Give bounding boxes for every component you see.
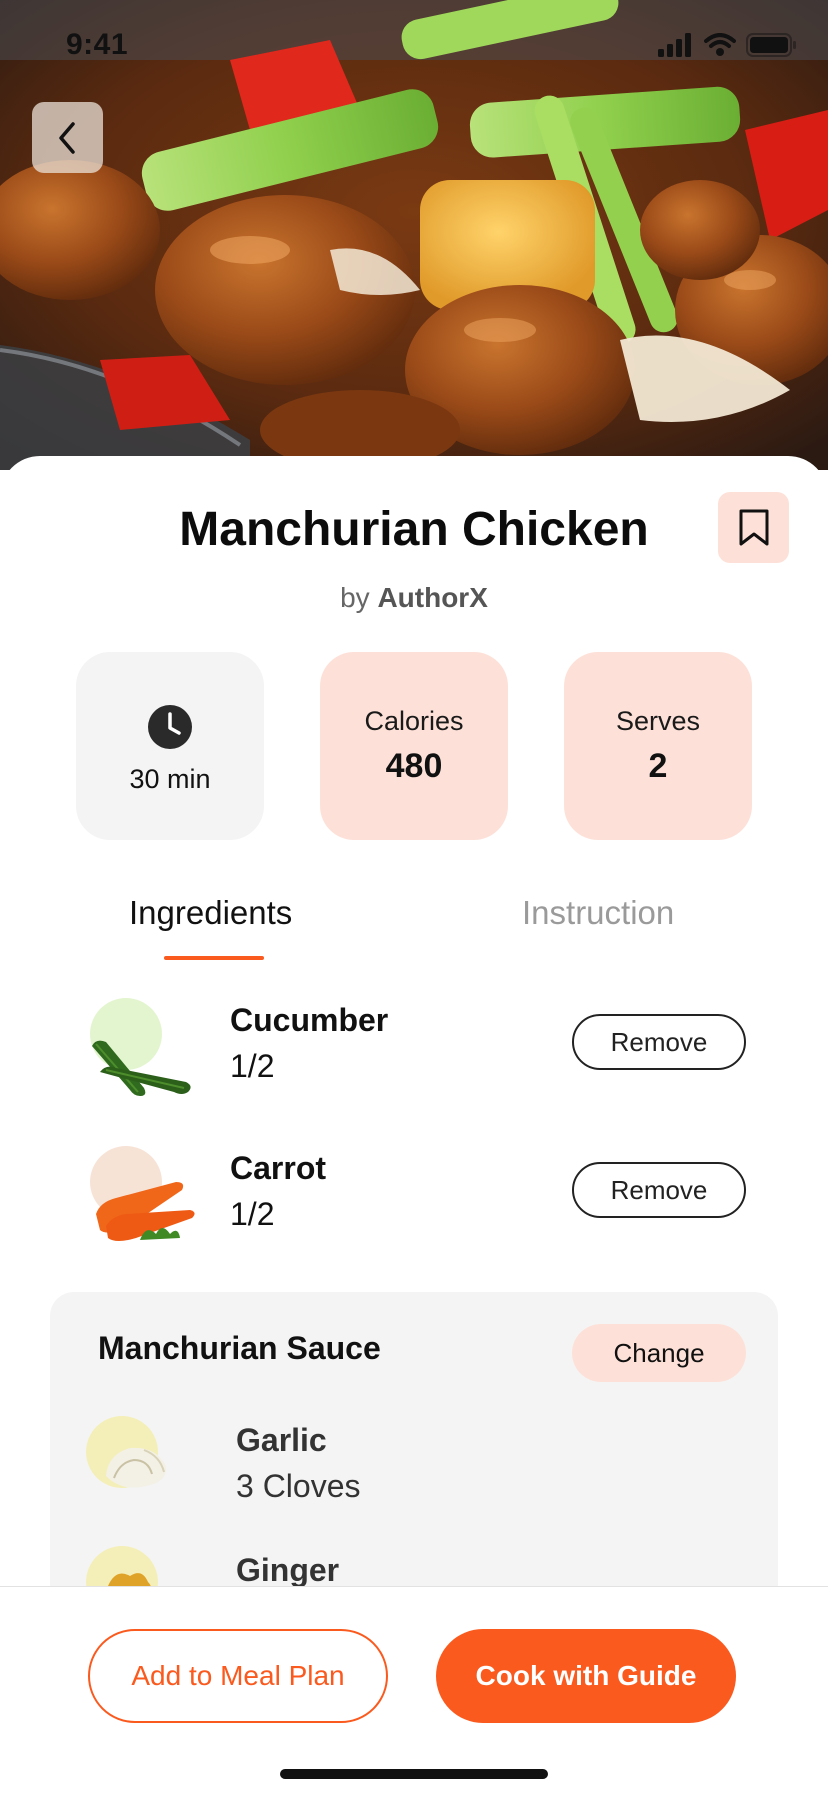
recipe-title: Manchurian Chicken (179, 503, 649, 556)
active-tab-indicator (164, 956, 264, 960)
remove-ingredient-button[interactable]: Remove (572, 1162, 746, 1218)
stat-serves-label: Serves (615, 706, 701, 736)
bottom-action-bar: Add to Meal Plan Cook with Guide (0, 1586, 828, 1793)
recipe-author: by AuthorX (0, 582, 828, 614)
change-sauce-button[interactable]: Change (572, 1324, 746, 1382)
carrot-icon (90, 1146, 195, 1241)
stat-calories-label: Calories (364, 706, 464, 736)
ingredient-quantity: 1/2 (230, 1196, 275, 1232)
bookmark-button[interactable] (718, 492, 789, 563)
ingredient-quantity: 1/2 (230, 1048, 275, 1084)
add-to-meal-plan-button[interactable]: Add to Meal Plan (88, 1629, 388, 1723)
stat-time-value: 30 min (129, 763, 211, 794)
author-prefix: by (340, 582, 370, 613)
ingredient-name: Carrot (230, 1150, 327, 1186)
garlic-icon (86, 1416, 167, 1488)
stat-calories-value: 480 (385, 747, 443, 785)
ingredient-row: Cucumber 1/2 Remove (0, 990, 828, 1110)
stat-calories-card: Calories 480 (320, 652, 508, 840)
sauce-ingredient-name: Ginger (236, 1552, 340, 1588)
cellular-signal-icon (658, 33, 691, 57)
tab-instruction[interactable]: Instruction (522, 894, 674, 932)
cook-with-guide-button[interactable]: Cook with Guide (436, 1629, 736, 1723)
sauce-title: Manchurian Sauce (98, 1330, 381, 1366)
status-time: 9:41 (66, 28, 129, 61)
sauce-ingredient-row: Garlic 3 Cloves (50, 1416, 778, 1526)
status-icons (658, 30, 798, 60)
sauce-ingredient-name: Garlic (236, 1422, 327, 1458)
author-name[interactable]: AuthorX (377, 582, 487, 613)
hero-food-image: 9:41 (0, 0, 828, 470)
stat-serves-value: 2 (648, 747, 668, 785)
battery-icon (746, 33, 796, 57)
chevron-left-icon (58, 121, 75, 154)
status-bar: 9:41 (0, 0, 828, 90)
clock-icon (148, 704, 192, 749)
wifi-icon (704, 33, 736, 56)
ingredient-name: Cucumber (230, 1002, 389, 1038)
home-indicator[interactable] (280, 1769, 548, 1779)
sauce-ingredient-quantity: 3 Cloves (236, 1468, 361, 1504)
back-button[interactable] (32, 102, 103, 173)
tab-ingredients[interactable]: Ingredients (129, 894, 292, 932)
ingredient-row: Carrot 1/2 Remove (0, 1138, 828, 1258)
stat-serves-card: Serves 2 (564, 652, 752, 840)
stat-time-card: 30 min (76, 652, 264, 840)
cucumber-icon (90, 998, 191, 1096)
remove-ingredient-button[interactable]: Remove (572, 1014, 746, 1070)
bookmark-icon (739, 509, 768, 545)
